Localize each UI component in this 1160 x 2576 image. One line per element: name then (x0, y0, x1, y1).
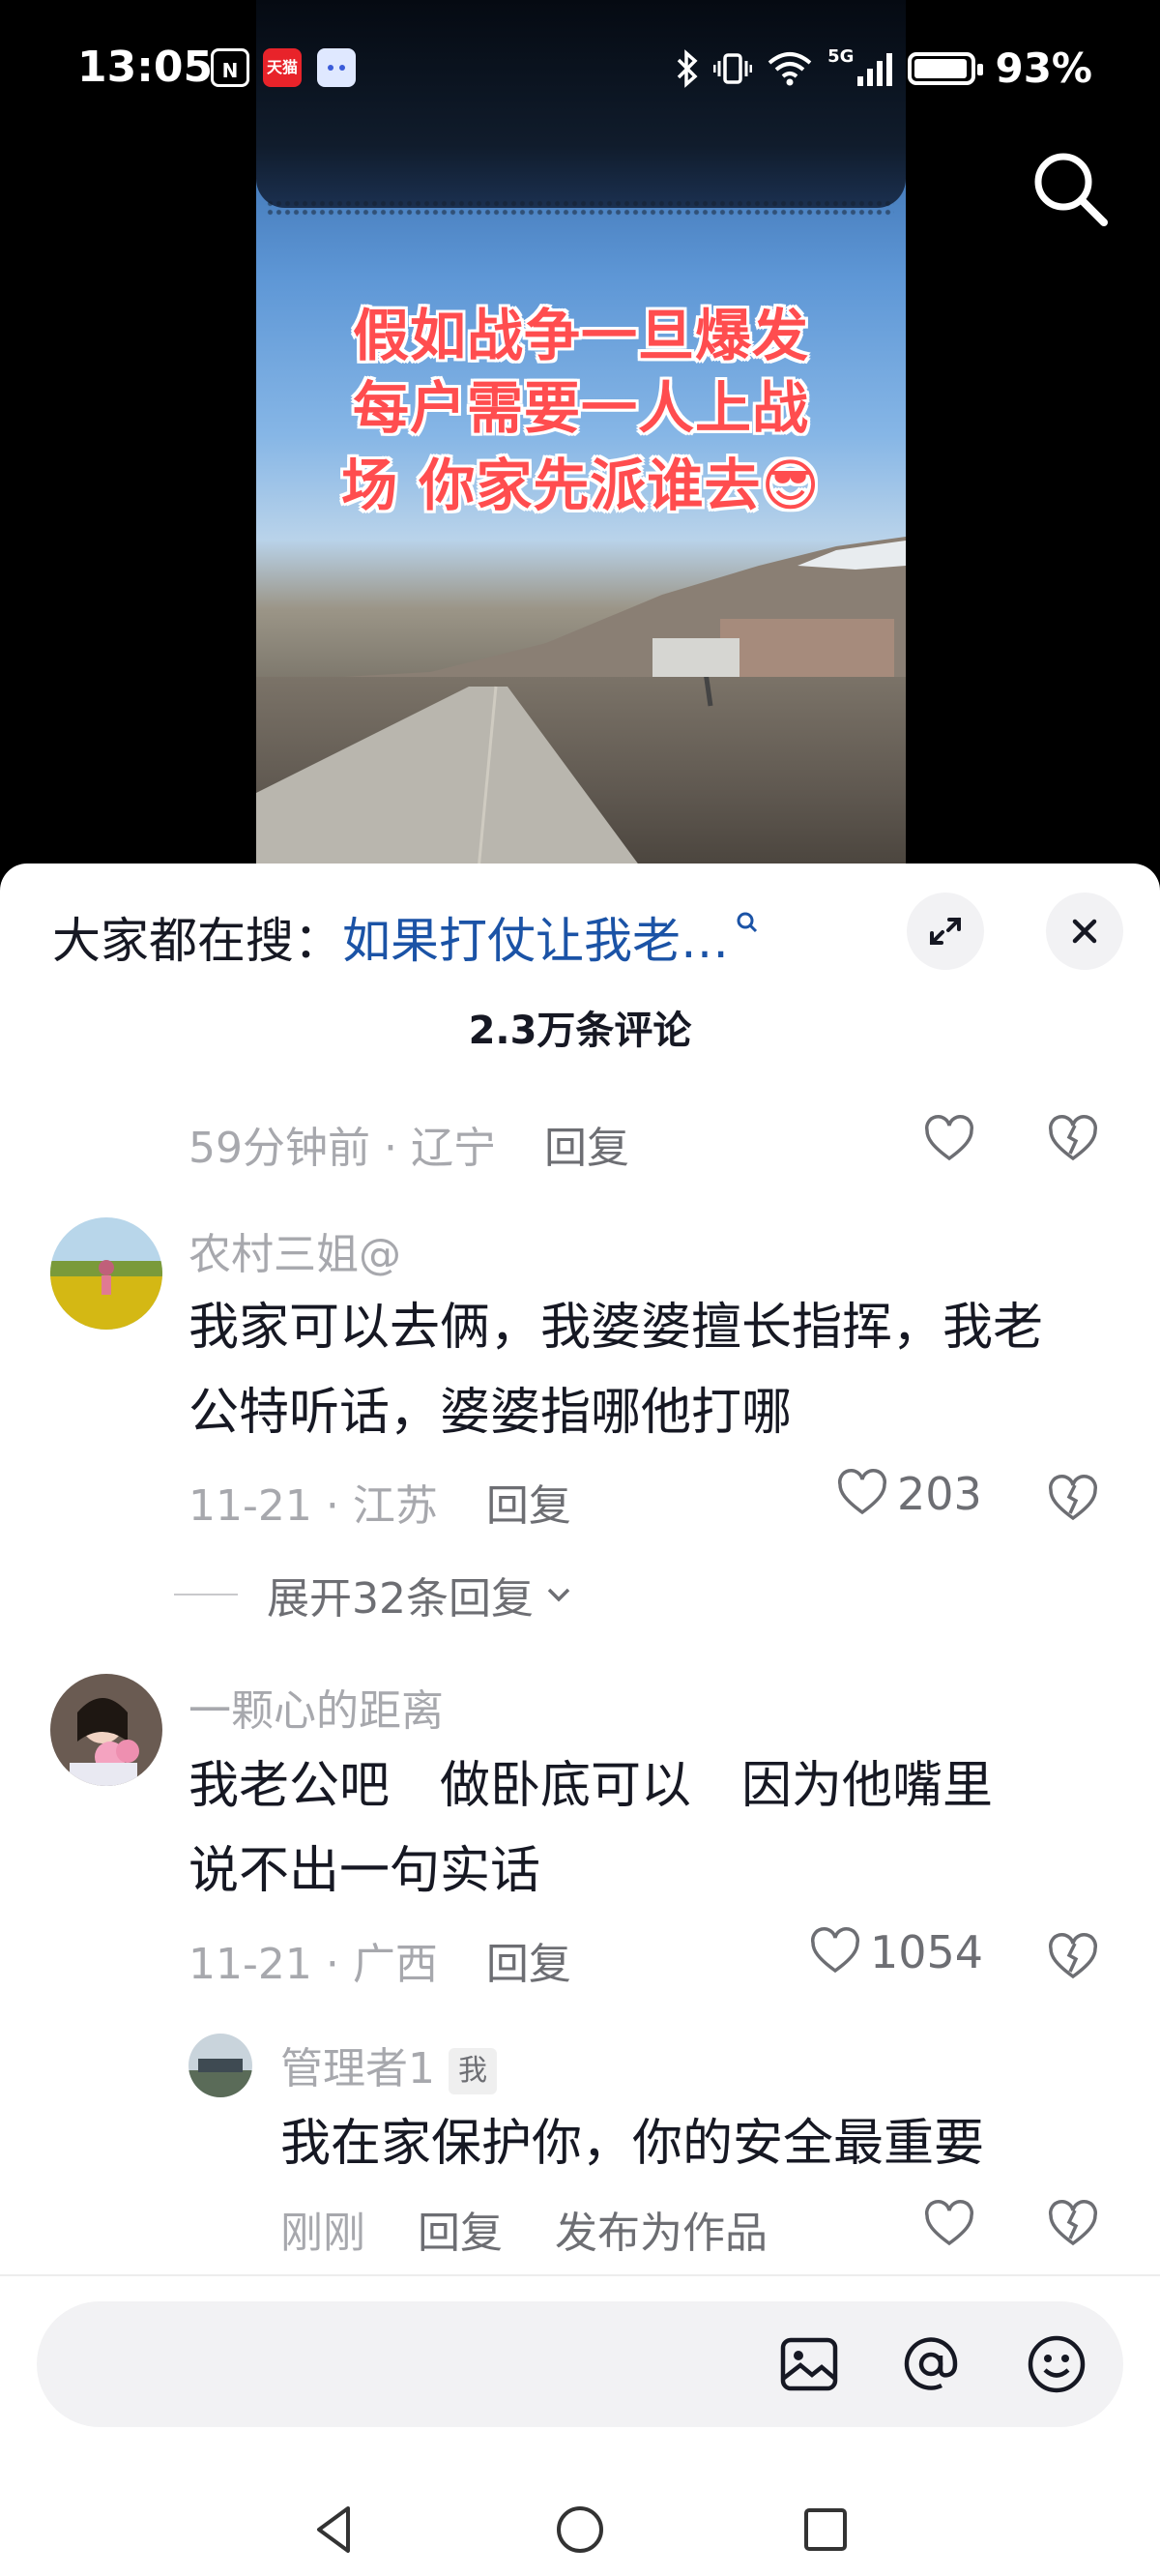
expand-icon (930, 918, 961, 945)
close-icon (1072, 919, 1097, 944)
hot-search-query[interactable]: 如果打仗让我老… (342, 913, 729, 969)
system-nav-bar (0, 2475, 1160, 2576)
expand-button[interactable] (907, 893, 984, 970)
road (256, 677, 713, 870)
comment-text-line: 公特听话，婆婆指哪他打哪 (188, 1384, 793, 1442)
divider (0, 2274, 1160, 2276)
comment-username[interactable]: 农村三姐@ (188, 1219, 401, 1281)
like-count: 203 (897, 1468, 982, 1520)
comment-location: 江苏 (352, 1481, 438, 1531)
wifi-icon (768, 51, 812, 85)
home-icon[interactable] (551, 2501, 609, 2559)
video-frame: 假如战争一旦爆发 每户需要一人上战 场 你家先派谁去😎 (256, 0, 906, 870)
search-icon[interactable] (1027, 145, 1114, 232)
status-right: 5G 93% (675, 44, 1092, 92)
publish-as-work-button[interactable]: 发布为作品 (555, 2209, 768, 2258)
video-caption-line: 每户需要一人上战 (352, 375, 809, 441)
video-caption-line: 场 你家先派谁去😎 (341, 453, 821, 518)
comment-username[interactable]: 一颗心的距离 (188, 1676, 444, 1738)
comments-count: 2.3万条评论 (468, 1009, 692, 1053)
nfc-icon: N (211, 48, 249, 87)
username-text[interactable]: 管理者1 (280, 2044, 435, 2093)
search-icon (737, 912, 758, 933)
reply-button[interactable]: 回复 (418, 2209, 503, 2258)
status-time: 13:05 (77, 43, 214, 92)
comment-meta: 11-21 · 广西 回复 (188, 1940, 571, 1989)
comment-text-line: 说不出一句实话 (188, 1842, 541, 1900)
status-bar: 13:05 N 天猫 5G 93% (0, 39, 1160, 101)
broken-heart-icon[interactable] (1046, 1473, 1100, 1527)
vibrate-icon (713, 52, 753, 84)
battery-icon (908, 51, 984, 85)
divider-line (174, 1594, 238, 1595)
comment-meta: 11-21 · 江苏 回复 (188, 1481, 571, 1531)
bluetooth-icon (677, 48, 698, 88)
reply-button[interactable]: 回复 (486, 1481, 571, 1531)
hot-search-prefix: 大家都在搜： (52, 913, 342, 969)
hills (256, 537, 906, 691)
battery-percent: 93% (995, 44, 1092, 92)
comment-meta: 59分钟前 · 辽宁 回复 (188, 1124, 629, 1173)
comment-meta: 刚刚 回复 发布为作品 (280, 2198, 768, 2260)
comment-location: 辽宁 (410, 1124, 496, 1173)
comment-text-line: 我家可以去俩，我婆婆擅长指挥，我老 (188, 1299, 1044, 1357)
comment-text-line: 我在家保护你，你的安全最重要 (280, 2115, 985, 2173)
windshield-dots (266, 199, 894, 217)
assistant-app-icon (317, 48, 356, 87)
hot-search-bar[interactable]: 大家都在搜：如果打仗让我老… (52, 902, 760, 972)
comment-time: 11-21 (188, 1940, 312, 1989)
broken-heart-icon[interactable] (1046, 1931, 1100, 1985)
comment-time: 11-21 (188, 1481, 312, 1531)
tmall-app-icon: 天猫 (263, 48, 302, 87)
network-type: 5G (827, 46, 855, 67)
avatar-image (50, 1674, 162, 1786)
comment-text-line: 我老公吧 做卧底可以 因为他嘴里 (188, 1757, 994, 1815)
chevron-down-icon (547, 1588, 570, 1602)
me-badge: 我 (449, 2048, 497, 2094)
video-caption-line: 假如战争一旦爆发 (352, 303, 809, 368)
recents-icon[interactable] (797, 2501, 855, 2559)
like-button[interactable]: 203 (835, 1467, 982, 1521)
comment-username: 管理者1 我 (280, 2034, 497, 2095)
heart-icon (810, 1927, 860, 1974)
like-button[interactable]: 1054 (808, 1925, 983, 1979)
expand-replies-label: 展开32条回复 (267, 1574, 534, 1624)
at-icon[interactable] (899, 2332, 963, 2396)
like-count: 1054 (870, 1926, 984, 1978)
heart-icon[interactable] (922, 1113, 976, 1167)
video-player[interactable]: 假如战争一旦爆发 每户需要一人上战 场 你家先派谁去😎 (0, 0, 1160, 870)
avatar[interactable] (50, 1217, 162, 1330)
heart-icon[interactable] (922, 2198, 976, 2252)
close-button[interactable] (1046, 893, 1123, 970)
expand-replies-button[interactable]: 展开32条回复 (174, 1564, 578, 1625)
avatar[interactable] (188, 2034, 252, 2097)
heart-icon (837, 1469, 887, 1515)
windshield-frame (256, 0, 906, 208)
comment-location: 广西 (352, 1940, 438, 1989)
back-icon[interactable] (305, 2501, 363, 2559)
reply-button[interactable]: 回复 (486, 1940, 571, 1989)
avatar-image (50, 1217, 162, 1330)
avatar[interactable] (50, 1674, 162, 1786)
reply-button[interactable]: 回复 (544, 1124, 629, 1173)
comment-input[interactable] (37, 2301, 1123, 2427)
emoji-icon[interactable] (1025, 2332, 1088, 2396)
image-icon[interactable] (777, 2332, 841, 2396)
signal-icon (857, 52, 893, 86)
avatar-image (188, 2034, 252, 2097)
broken-heart-icon[interactable] (1046, 1113, 1100, 1167)
comment-time: 59分钟前 (188, 1124, 370, 1173)
comment-time: 刚刚 (280, 2209, 365, 2258)
broken-heart-icon[interactable] (1046, 2198, 1100, 2252)
